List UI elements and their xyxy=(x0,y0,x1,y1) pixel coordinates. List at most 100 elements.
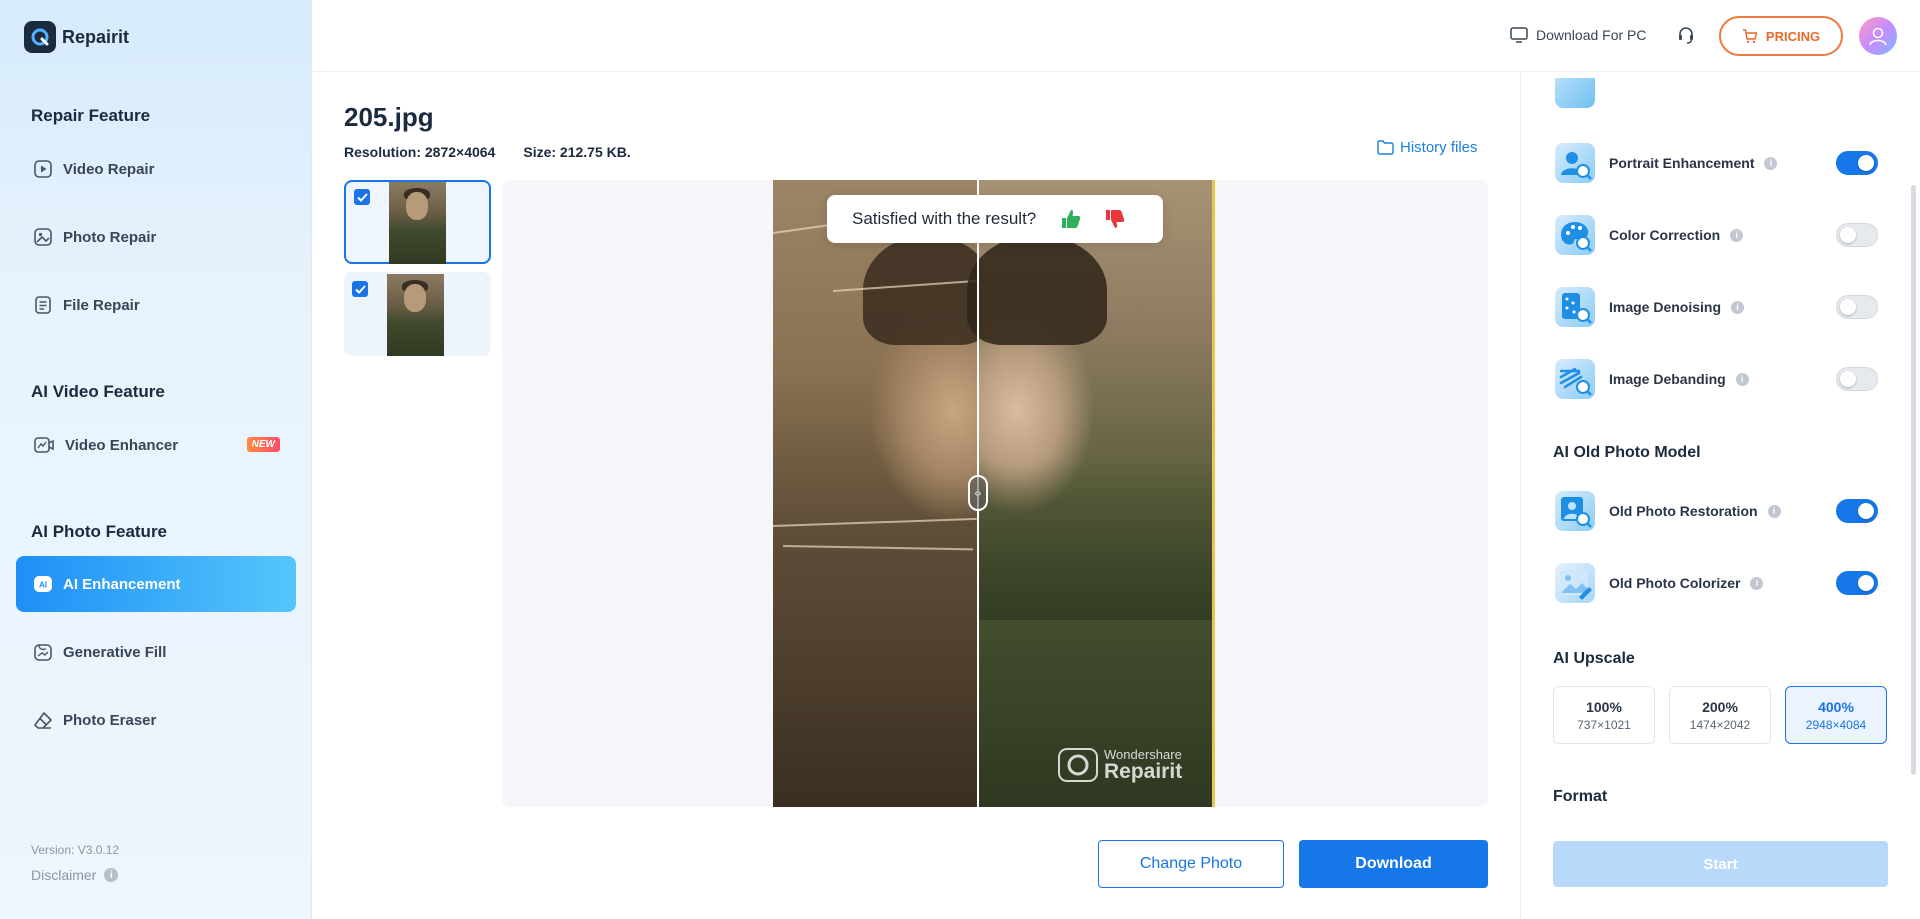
feature-image-debanding: Image Debanding i xyxy=(1555,357,1885,401)
photo-thumbnail[interactable] xyxy=(344,180,491,264)
info-icon[interactable]: i xyxy=(1731,300,1745,314)
portrait-enhancement-toggle[interactable] xyxy=(1836,151,1878,175)
download-for-pc-button[interactable]: Download For PC xyxy=(1510,27,1647,43)
folder-icon xyxy=(1377,140,1394,155)
download-for-pc-label: Download For PC xyxy=(1536,27,1647,43)
eraser-icon xyxy=(34,712,52,729)
feature-label: Portrait Enhancement xyxy=(1609,155,1755,171)
upscale-resolution: 2948×4084 xyxy=(1805,718,1867,732)
cart-icon xyxy=(1742,29,1758,43)
file-icon xyxy=(35,296,51,314)
image-denoising-toggle[interactable] xyxy=(1836,295,1878,319)
sidebar: Repairit Repair Feature Video Repair Pho… xyxy=(0,0,312,919)
color-correction-toggle[interactable] xyxy=(1836,223,1878,247)
feature-label: Image Denoising xyxy=(1609,299,1722,315)
file-name-title: 205.jpg xyxy=(344,102,434,132)
debanding-icon xyxy=(1555,359,1595,399)
upscale-option-400[interactable]: 400% 2948×4084 xyxy=(1785,686,1887,744)
pricing-button[interactable]: PRICING xyxy=(1719,16,1843,56)
info-icon[interactable]: i xyxy=(1735,372,1749,386)
sidebar-item-photo-eraser[interactable]: Photo Eraser xyxy=(16,692,296,748)
new-badge: NEW xyxy=(246,437,280,452)
monitor-icon xyxy=(1510,27,1528,43)
version-text: Version: V3.0.12 xyxy=(31,843,120,857)
format-title: Format xyxy=(1553,788,1608,805)
repairit-watermark: Wondershare Repairit xyxy=(1058,748,1182,782)
repairit-watermark-icon xyxy=(1058,748,1098,782)
compare-slider-handle[interactable]: ‹› xyxy=(968,475,988,511)
upscale-percent: 100% xyxy=(1586,699,1622,715)
user-avatar[interactable] xyxy=(1859,17,1897,55)
photo-icon xyxy=(34,228,52,246)
download-button[interactable]: Download xyxy=(1299,840,1488,888)
history-files-label: History files xyxy=(1400,139,1478,156)
sidebar-item-label: AI Enhancement xyxy=(63,575,181,593)
repairit-logo-icon xyxy=(24,21,56,53)
checkbox-checked[interactable] xyxy=(354,189,370,205)
feature-label: Old Photo Restoration xyxy=(1609,503,1758,519)
checkbox-checked[interactable] xyxy=(352,281,368,297)
upscale-option-200[interactable]: 200% 1474×2042 xyxy=(1669,686,1771,744)
upscale-percent: 200% xyxy=(1702,699,1738,715)
settings-scrollbar[interactable] xyxy=(1911,185,1916,775)
info-icon[interactable]: i xyxy=(1764,156,1778,170)
feedback-prompt: Satisfied with the result? xyxy=(852,209,1037,228)
info-icon[interactable]: i xyxy=(1730,228,1744,242)
info-icon[interactable]: i xyxy=(1750,576,1764,590)
sidebar-item-file-repair[interactable]: File Repair xyxy=(16,277,296,333)
feature-image-denoising: Image Denoising i xyxy=(1555,285,1885,329)
sidebar-item-label: Video Enhancer xyxy=(65,436,179,454)
enhanced-photo xyxy=(967,180,1215,807)
old-photo-restoration-toggle[interactable] xyxy=(1836,499,1878,523)
restoration-icon xyxy=(1555,491,1595,531)
old-photo-model-title: AI Old Photo Model xyxy=(1553,444,1701,461)
old-photo-colorizer-toggle[interactable] xyxy=(1836,571,1878,595)
image-debanding-toggle[interactable] xyxy=(1836,367,1878,391)
upscale-option-100[interactable]: 100% 737×1021 xyxy=(1553,686,1655,744)
app-logo[interactable]: Repairit xyxy=(24,21,129,53)
file-meta: Resolution: 2872×4064 Size: 212.75 KB. xyxy=(344,144,631,160)
preview-stage: ‹› Wondershare Repairit Satisfied with t… xyxy=(502,180,1488,807)
thumbs-down-icon[interactable] xyxy=(1104,208,1126,230)
change-photo-button[interactable]: Change Photo xyxy=(1098,840,1284,888)
palette-icon xyxy=(1555,215,1595,255)
original-photo xyxy=(773,180,993,807)
feature-label: Color Correction xyxy=(1609,227,1721,243)
watermark-product: Repairit xyxy=(1104,760,1183,783)
pricing-label: PRICING xyxy=(1765,28,1821,44)
sidebar-item-label: Photo Eraser xyxy=(63,711,157,729)
thumbs-up-icon[interactable] xyxy=(1060,208,1082,230)
sidebar-item-generative-fill[interactable]: Generative Fill xyxy=(16,624,296,680)
disclaimer-label: Disclaimer xyxy=(31,867,97,883)
video-enhance-icon xyxy=(34,437,54,453)
history-files-link[interactable]: History files xyxy=(1377,139,1478,156)
sidebar-item-video-enhancer[interactable]: Video Enhancer NEW xyxy=(16,417,296,473)
feature-label: Old Photo Colorizer xyxy=(1609,575,1741,591)
portrait-icon xyxy=(1555,143,1595,183)
size-text: Size: 212.75 KB. xyxy=(523,144,631,160)
upscale-resolution: 737×1021 xyxy=(1577,718,1631,732)
start-button[interactable]: Start xyxy=(1553,841,1888,887)
feature-color-correction: Color Correction i xyxy=(1555,213,1885,257)
info-icon[interactable]: i xyxy=(1767,504,1781,518)
upscale-resolution: 1474×2042 xyxy=(1689,718,1751,732)
sidebar-item-video-repair[interactable]: Video Repair xyxy=(16,141,296,197)
info-icon: i xyxy=(104,868,119,882)
sidebar-item-ai-enhancement[interactable]: AI AI Enhancement xyxy=(16,556,296,612)
thumbnail-image xyxy=(389,182,446,264)
ai-icon: AI xyxy=(34,576,52,592)
denoise-icon xyxy=(1555,287,1595,327)
section-repair-feature: Repair Feature xyxy=(31,106,151,125)
disclaimer-link[interactable]: Disclaimer i xyxy=(31,867,119,883)
comparison-photo: ‹› Wondershare Repairit xyxy=(773,180,1215,807)
resolution-text: Resolution: 2872×4064 xyxy=(344,144,496,160)
ai-upscale-title: AI Upscale xyxy=(1553,650,1635,667)
feature-portrait-enhancement: Portrait Enhancement i xyxy=(1555,141,1885,185)
sidebar-item-photo-repair[interactable]: Photo Repair xyxy=(16,209,296,265)
sidebar-item-label: Photo Repair xyxy=(63,228,157,246)
generative-fill-icon xyxy=(34,644,52,661)
photo-thumbnail[interactable] xyxy=(344,272,491,356)
feature-label: Image Debanding xyxy=(1609,371,1726,387)
headset-support-icon[interactable] xyxy=(1676,25,1696,50)
svg-text:AI: AI xyxy=(39,581,47,590)
